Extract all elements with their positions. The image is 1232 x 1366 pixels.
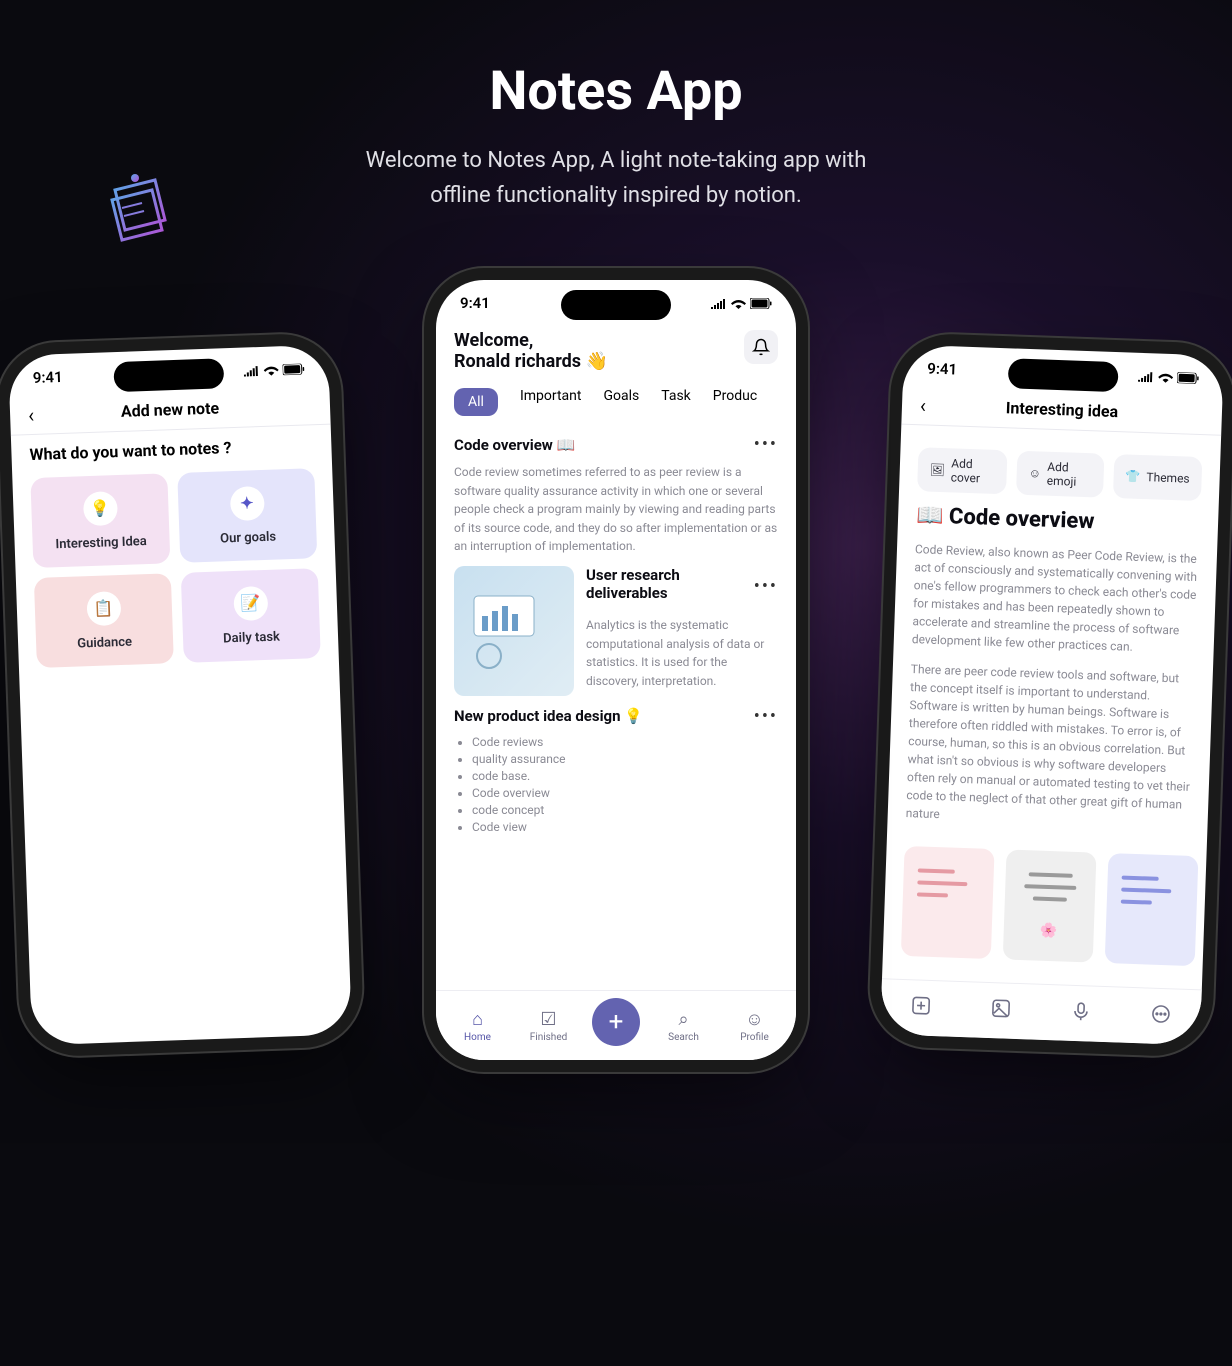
status-icons [243, 359, 305, 379]
more-circle-icon [1151, 1004, 1172, 1025]
add-block-button[interactable] [911, 995, 932, 1021]
nav-home[interactable]: ⌂ Home [450, 1009, 505, 1043]
note-thumbnail [454, 566, 574, 696]
screen-title: Add new note [28, 395, 312, 424]
tile-label: Interesting Idea [55, 534, 147, 552]
app-logo-icon [100, 170, 180, 250]
tab-goals[interactable]: Goals [603, 388, 639, 416]
add-cover-button[interactable]: 🖼 Add cover [917, 447, 1008, 494]
nav-label: Profile [740, 1032, 769, 1043]
mic-icon [1071, 1001, 1092, 1022]
pill-label: Themes [1146, 470, 1190, 485]
welcome-label: Welcome, [454, 330, 608, 351]
image-button[interactable] [991, 998, 1012, 1024]
nav-finished[interactable]: ☑ Finished [521, 1009, 576, 1043]
more-button[interactable] [1150, 1004, 1171, 1030]
note-card[interactable]: New product idea design 💡 ••• Code revie… [454, 706, 778, 834]
add-note-screen: 9:41 ‹ Add new note What do you want to … [8, 345, 352, 1046]
back-icon[interactable]: ‹ [920, 393, 927, 417]
user-name: Ronald richards 👋 [454, 351, 608, 372]
status-icons [711, 294, 772, 312]
status-time: 9:41 [460, 294, 490, 312]
note-card[interactable]: User research deliverables ••• Analytics… [454, 566, 778, 696]
status-time: 9:41 [927, 359, 957, 378]
note-excerpt: Code review sometimes referred to as pee… [454, 463, 778, 556]
article-paragraph: Code Review, also known as Peer Code Rev… [912, 540, 1200, 658]
more-icon[interactable]: ••• [754, 434, 778, 455]
lightbulb-icon: 💡 [82, 491, 117, 526]
more-icon[interactable]: ••• [754, 576, 778, 597]
note-bullets: Code reviews quality assurance code base… [472, 735, 778, 834]
note-title: Code overview 📖 [454, 436, 575, 454]
note-title: New product idea design 💡 [454, 707, 643, 725]
nav-label: Home [464, 1032, 491, 1043]
voice-button[interactable] [1070, 1001, 1091, 1027]
note-excerpt: Analytics is the systematic computationa… [586, 616, 778, 690]
tile-label: Our goals [220, 529, 276, 546]
add-emoji-button[interactable]: ☺ Add emoji [1016, 451, 1104, 498]
pill-label: Add emoji [1047, 460, 1092, 490]
tile-guidance[interactable]: 📋 Guidance [34, 573, 174, 668]
plus-square-icon [911, 995, 932, 1016]
status-time: 9:41 [33, 368, 63, 387]
plus-icon: + [609, 1007, 624, 1037]
pill-label: Add cover [951, 456, 996, 486]
nav-search[interactable]: ⌕ Search [656, 1009, 711, 1043]
tile-interesting-idea[interactable]: 💡 Interesting Idea [30, 473, 170, 568]
tab-task[interactable]: Task [661, 388, 691, 416]
theme-swatch-grey[interactable]: 🌸 [1003, 850, 1097, 963]
clipboard-icon: 📋 [86, 591, 121, 626]
notch [561, 290, 671, 320]
theme-swatch-blue[interactable] [1105, 853, 1199, 966]
theme-swatch-pink[interactable] [901, 846, 995, 959]
back-icon[interactable]: ‹ [28, 402, 35, 426]
note-title: User research deliverables [586, 566, 754, 602]
smiley-icon: ☺ [1029, 466, 1042, 480]
notch [1008, 358, 1119, 392]
nav-profile[interactable]: ☺ Profile [727, 1009, 782, 1043]
search-icon: ⌕ [678, 1009, 688, 1030]
person-icon: ☺ [745, 1009, 763, 1030]
add-note-fab[interactable]: + [592, 998, 640, 1046]
tab-important[interactable]: Important [520, 388, 582, 416]
nav-label: Finished [530, 1032, 568, 1043]
prompt-question: What do you want to notes ? [11, 435, 331, 465]
article-paragraph: There are peer code review tools and sof… [905, 660, 1194, 832]
tile-label: Daily task [223, 629, 280, 646]
note-detail-screen: 9:41 ‹ Interesting idea 🖼 Add cover ☺ Ad… [880, 345, 1224, 1046]
screen-title: Interesting idea [920, 395, 1204, 424]
note-icon: 📝 [233, 585, 268, 620]
status-icons [1138, 367, 1200, 387]
bell-icon [752, 338, 770, 356]
sparkle-icon: ✦ [229, 485, 264, 520]
hero-title: Notes App [0, 60, 1232, 123]
themes-button[interactable]: 👕 Themes [1113, 454, 1203, 501]
image-icon: 🖼 [930, 463, 946, 478]
home-screen: 9:41 Welcome, Ronald richards 👋 All Impo… [436, 280, 796, 1060]
tshirt-icon: 👕 [1125, 469, 1140, 484]
flower-icon: 🌸 [1018, 922, 1081, 940]
more-icon[interactable]: ••• [754, 706, 778, 727]
tab-product[interactable]: Produc [713, 388, 757, 416]
home-icon: ⌂ [472, 1009, 483, 1030]
notification-button[interactable] [744, 330, 778, 364]
tab-all[interactable]: All [454, 388, 498, 416]
check-clipboard-icon: ☑ [540, 1009, 556, 1030]
note-card[interactable]: Code overview 📖 ••• Code review sometime… [454, 434, 778, 556]
picture-icon [991, 998, 1012, 1019]
hero-subtitle: Welcome to Notes App, A light note-takin… [0, 143, 1232, 213]
notch [113, 358, 224, 392]
theme-swatches: 🌸 [882, 833, 1206, 978]
tile-our-goals[interactable]: ✦ Our goals [177, 468, 317, 563]
tile-label: Guidance [77, 634, 132, 651]
nav-label: Search [668, 1032, 699, 1043]
tile-daily-task[interactable]: 📝 Daily task [181, 568, 321, 663]
